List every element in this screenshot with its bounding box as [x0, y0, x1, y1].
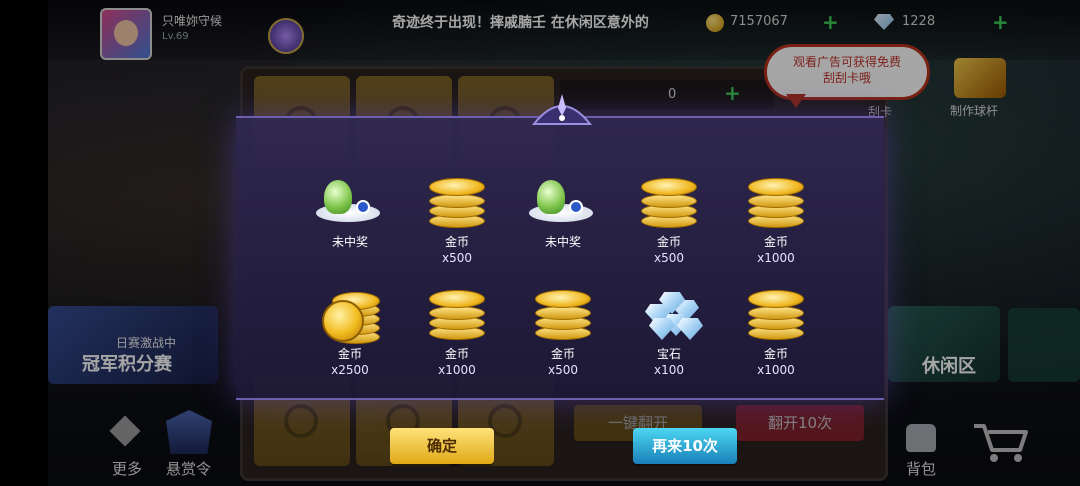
prize-icon [726, 174, 826, 230]
prize-item: 未中奖 [300, 174, 400, 250]
prize-amount: x1000 [757, 363, 795, 377]
prize-icon [726, 286, 826, 342]
prize-amount: x500 [441, 251, 472, 265]
play-again-button[interactable]: 再来10次 [633, 428, 737, 464]
prize-name: 金币 [656, 235, 681, 249]
prize-item: 金币 x1000 [407, 286, 507, 378]
prize-item: 金币 x1000 [726, 286, 826, 378]
prize-name: 金币 [444, 347, 469, 361]
prize-name: 金币 [763, 235, 788, 249]
coin-pile-icon [318, 290, 380, 344]
prize-icon [619, 174, 719, 230]
prize-name: 金币 [763, 347, 788, 361]
prize-name: 金币 [337, 347, 362, 361]
coin-stack-icon [641, 178, 697, 230]
coin-stack-icon [535, 290, 591, 342]
prize-name: 未中奖 [331, 235, 368, 249]
ball-icon [356, 200, 370, 214]
cabbage-icon [537, 180, 565, 214]
prize-icon [513, 286, 613, 342]
prize-amount: x500 [547, 363, 578, 377]
prize-amount: x500 [653, 251, 684, 265]
prize-icon [300, 174, 400, 230]
coin-stack-icon [748, 178, 804, 230]
coin-stack-icon [748, 290, 804, 342]
prize-icon [300, 286, 400, 344]
prize-item: 未中奖 [513, 174, 613, 250]
cabbage-icon [324, 180, 352, 214]
coin-stack-icon [429, 290, 485, 342]
confirm-button[interactable]: 确定 [390, 428, 494, 464]
crown-ornament-icon [531, 94, 593, 125]
prize-icon [513, 174, 613, 230]
prize-amount: x1000 [757, 251, 795, 265]
prize-item: 金币 x2500 [300, 286, 400, 378]
prize-item: 金币 x1000 [726, 174, 826, 266]
prize-amount: x1000 [438, 363, 476, 377]
prize-amount: x100 [653, 363, 684, 377]
prize-icon [619, 286, 719, 342]
coin-stack-icon [429, 178, 485, 230]
prize-name: 未中奖 [544, 235, 581, 249]
prize-amount: x2500 [331, 363, 369, 377]
prize-icon [407, 174, 507, 230]
prize-name: 金币 [444, 235, 469, 249]
prize-icon [407, 286, 507, 342]
prize-item: 宝石 x100 [619, 286, 719, 378]
prize-item: 金币 x500 [619, 174, 719, 266]
diamond-icon [643, 290, 703, 340]
prize-item: 金币 x500 [407, 174, 507, 266]
prize-name: 宝石 [656, 347, 681, 361]
ball-icon [569, 200, 583, 214]
prize-item: 金币 x500 [513, 286, 613, 378]
prize-name: 金币 [550, 347, 575, 361]
